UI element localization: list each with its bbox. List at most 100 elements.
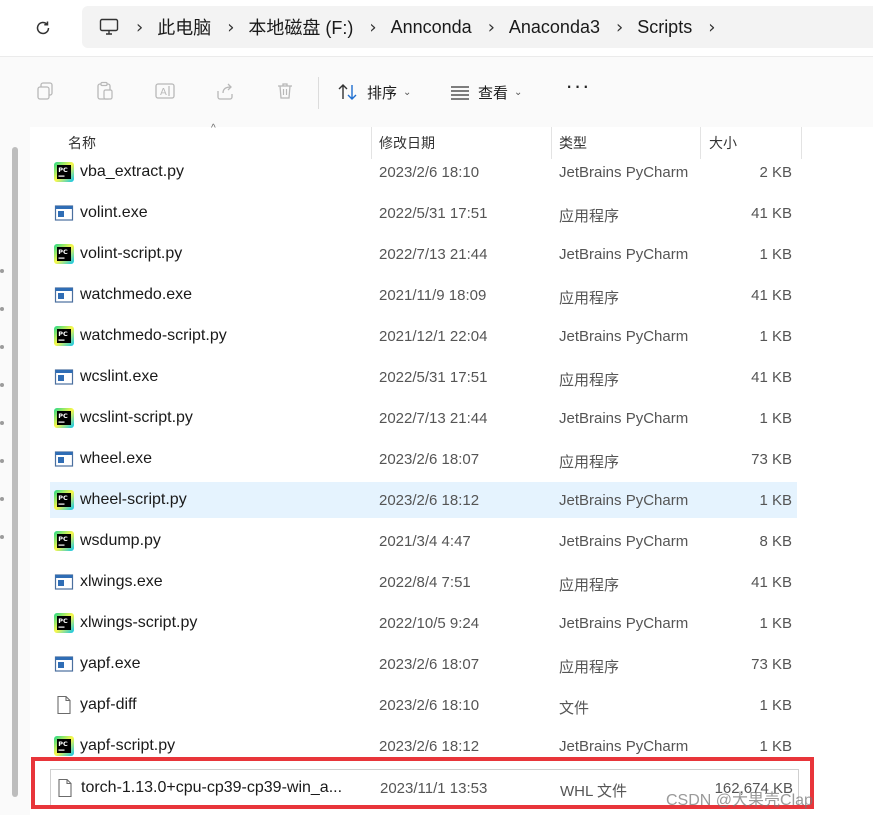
pycharm-icon: PC	[54, 531, 74, 551]
file-modified-date: 2022/5/31 17:51	[379, 205, 488, 222]
exe-icon	[54, 367, 74, 387]
file-row[interactable]: PC xlwings-script.py 2022/10/5 9:24 JetBrai…	[50, 605, 797, 641]
file-row[interactable]: PC vba_extract.py 2023/2/6 18:10 JetBrains …	[50, 154, 797, 190]
breadcrumb-anaconda3[interactable]: Anaconda3	[509, 17, 600, 38]
file-icon	[54, 695, 74, 715]
paste-icon[interactable]	[93, 79, 117, 103]
file-size: 41 KB	[751, 574, 792, 591]
file-type: JetBrains PyCharm	[559, 492, 689, 509]
file-row[interactable]: PC volint-script.py 2022/7/13 21:44 JetBrai…	[50, 236, 797, 272]
chevron-right-icon[interactable]: ›	[369, 17, 376, 38]
file-row[interactable]: PC wsdump.py 2021/3/4 4:47 JetBrains PyChar…	[50, 523, 797, 559]
chevron-down-icon: ⌄	[514, 86, 523, 98]
file-name: yapf-diff	[80, 696, 137, 713]
breadcrumb-scripts[interactable]: Scripts	[637, 17, 692, 38]
breadcrumb-this-pc[interactable]: 此电脑	[157, 14, 211, 40]
file-row[interactable]: volint.exe 2022/5/31 17:51 应用程序 41 KB	[50, 195, 797, 231]
refresh-button[interactable]	[28, 14, 58, 42]
pycharm-icon: PC	[54, 244, 74, 264]
svg-text:PC: PC	[58, 535, 68, 543]
nav-expand-dot[interactable]	[0, 269, 4, 273]
file-row[interactable]: yapf.exe 2023/2/6 18:07 应用程序 73 KB	[50, 646, 797, 682]
nav-expand-dot[interactable]	[0, 345, 4, 349]
delete-icon[interactable]	[273, 79, 297, 103]
pycharm-icon: PC	[54, 162, 74, 182]
file-row[interactable]: PC wcslint-script.py 2022/7/13 21:44 JetBra…	[50, 400, 797, 436]
nav-expand-dot[interactable]	[0, 535, 4, 539]
file-type: JetBrains PyCharm	[559, 410, 689, 427]
file-type: 应用程序	[559, 372, 620, 389]
file-size: 41 KB	[751, 205, 792, 222]
file-modified-date: 2021/11/9 18:09	[379, 287, 487, 304]
file-row[interactable]: wheel.exe 2023/2/6 18:07 应用程序 73 KB	[50, 441, 797, 477]
file-row[interactable]: watchmedo.exe 2021/11/9 18:09 应用程序 41 KB	[50, 277, 797, 313]
chevron-right-icon[interactable]: ›	[616, 17, 623, 38]
file-type: JetBrains PyCharm	[559, 246, 689, 263]
file-modified-date: 2022/5/31 17:51	[379, 369, 488, 386]
breadcrumb-drive-f[interactable]: 本地磁盘 (F:)	[248, 14, 353, 40]
column-divider[interactable]	[801, 127, 802, 159]
nav-expand-dot[interactable]	[0, 383, 4, 387]
exe-icon	[54, 449, 74, 469]
file-name: watchmedo-script.py	[80, 327, 227, 344]
file-name: yapf.exe	[80, 655, 141, 672]
chevron-right-icon[interactable]: ›	[136, 17, 143, 38]
navigation-scrollbar[interactable]	[12, 147, 18, 797]
file-name: wcslint-script.py	[80, 409, 193, 426]
pycharm-icon: PC	[54, 490, 74, 510]
share-icon[interactable]	[213, 79, 237, 103]
exe-icon	[54, 654, 74, 674]
address-bar[interactable]: › 此电脑 › 本地磁盘 (F:) › Annconda › Anaconda3…	[82, 6, 873, 48]
exe-icon	[54, 285, 74, 305]
view-list-icon	[451, 86, 469, 100]
file-modified-date: 2023/2/6 18:12	[379, 738, 480, 755]
file-name: wheel-script.py	[80, 491, 187, 508]
file-row[interactable]: yapf-diff 2023/2/6 18:10 文件 1 KB	[50, 687, 797, 723]
file-size: 41 KB	[751, 287, 792, 304]
pycharm-icon: PC	[54, 613, 74, 633]
file-name: xlwings-script.py	[80, 614, 198, 631]
file-size: 1 KB	[759, 697, 792, 714]
exe-icon	[54, 572, 74, 592]
more-options-button[interactable]: ···	[565, 75, 591, 105]
file-type: JetBrains PyCharm	[559, 615, 689, 632]
copy-icon[interactable]	[33, 79, 57, 103]
file-row[interactable]: PC watchmedo-script.py 2021/12/1 22:04 JetB…	[50, 318, 797, 354]
pycharm-icon: PC	[54, 326, 74, 346]
svg-text:PC: PC	[58, 617, 68, 625]
file-modified-date: 2022/10/5 9:24	[379, 615, 480, 632]
nav-expand-dot[interactable]	[0, 497, 4, 501]
view-button[interactable]: 查看 ⌄	[450, 79, 522, 105]
file-size: 73 KB	[751, 656, 792, 673]
chevron-right-icon[interactable]: ›	[488, 17, 495, 38]
file-type: 应用程序	[559, 659, 620, 676]
file-modified-date: 2022/7/13 21:44	[379, 410, 488, 427]
file-modified-date: 2021/12/1 22:04	[379, 328, 488, 345]
view-label: 查看	[478, 84, 509, 102]
file-row[interactable]: PC wheel-script.py 2023/2/6 18:12 JetBrains…	[50, 482, 797, 518]
watermark: CSDN @大果壳Clap	[666, 792, 813, 809]
file-size: 41 KB	[751, 369, 792, 386]
chevron-right-icon[interactable]: ›	[227, 17, 234, 38]
svg-text:PC: PC	[58, 494, 68, 502]
file-size: 1 KB	[759, 328, 792, 345]
file-name: wsdump.py	[80, 532, 161, 549]
breadcrumb-annconda[interactable]: Annconda	[391, 17, 472, 38]
file-row[interactable]: xlwings.exe 2022/8/4 7:51 应用程序 41 KB	[50, 564, 797, 600]
rename-icon[interactable]: A	[153, 79, 177, 103]
pycharm-icon: PC	[54, 408, 74, 428]
file-name: wcslint.exe	[80, 368, 159, 385]
nav-expand-dot[interactable]	[0, 421, 4, 425]
nav-expand-dot[interactable]	[0, 459, 4, 463]
chevron-right-icon[interactable]: ›	[708, 17, 715, 38]
file-size: 1 KB	[759, 492, 792, 509]
file-modified-date: 2023/2/6 18:10	[379, 164, 480, 181]
exe-icon	[54, 203, 74, 223]
sort-button[interactable]: 排序 ⌄	[337, 79, 411, 105]
sort-label: 排序	[367, 84, 398, 102]
computer-icon[interactable]	[98, 16, 120, 38]
file-size: 1 KB	[759, 738, 792, 755]
nav-expand-dot[interactable]	[0, 307, 4, 311]
file-row[interactable]: wcslint.exe 2022/5/31 17:51 应用程序 41 KB	[50, 359, 797, 395]
file-name: vba_extract.py	[80, 163, 185, 180]
